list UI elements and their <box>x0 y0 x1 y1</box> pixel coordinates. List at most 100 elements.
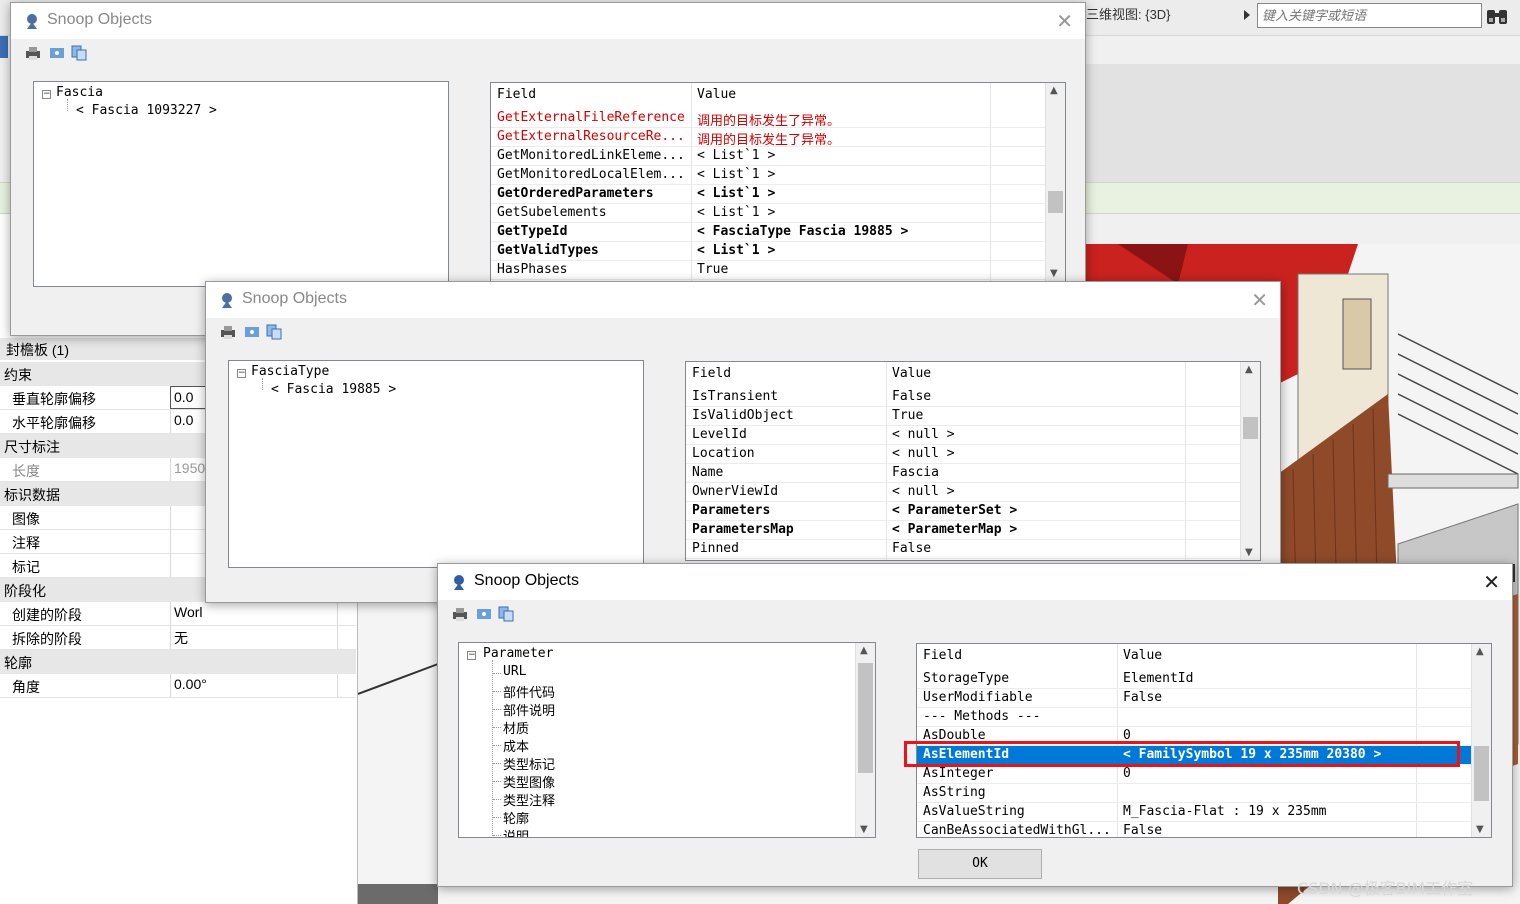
grid-row[interactable]: IsValidObject True <box>686 407 1240 426</box>
grid-row[interactable]: GetMonitoredLocalElem... < List`1 > <box>491 166 1045 185</box>
value-cell: False <box>1123 823 1163 838</box>
ok-button[interactable]: OK <box>918 849 1042 879</box>
grid-row[interactable]: AsValueString M_Fascia-Flat : 19 x 235mm <box>917 803 1471 822</box>
value-cell: False <box>892 541 932 556</box>
close-icon[interactable]: ✕ <box>1251 288 1268 312</box>
copy-icon[interactable] <box>266 324 282 340</box>
grid-row[interactable]: GetExternalResourceRe... 调用的目标发生了异常。 <box>491 128 1045 148</box>
tree-child-node[interactable]: 类型注释 <box>503 790 555 809</box>
copy-icon[interactable] <box>71 45 87 61</box>
object-tree[interactable]: − Parameter URL 部件代码 部件说明 材质 成本 类型标记 类型图像 类型注释轮… <box>458 642 876 838</box>
field-column-header[interactable]: Field <box>923 648 962 663</box>
grid-row[interactable]: GetMonitoredLinkEleme... < List`1 > <box>491 147 1045 166</box>
property-label: 垂直轮廓偏移 <box>12 391 96 407</box>
view-title: 三维视图: {3D} <box>1086 7 1171 22</box>
property-value[interactable]: 无 <box>170 626 338 649</box>
grid-row[interactable]: GetExternalFileReference 调用的目标发生了异常。 <box>491 109 1045 129</box>
tree-root-node[interactable]: FasciaType <box>251 364 329 379</box>
field-cell: AsElementId <box>923 747 1010 762</box>
object-tree[interactable]: − Fascia < Fascia 1093227 > <box>33 81 449 287</box>
dialog-titlebar: Snoop Objects ✕ <box>206 282 1280 318</box>
grid-row[interactable]: Parameters < ParameterSet > <box>686 502 1240 521</box>
preview-icon[interactable] <box>244 324 260 340</box>
grid-row[interactable]: GetOrderedParameters < List`1 > <box>491 185 1045 204</box>
tree-root-node[interactable]: Parameter <box>483 646 553 661</box>
preview-icon[interactable] <box>476 606 492 622</box>
field-cell: HasPhases <box>497 262 568 277</box>
grid-row[interactable]: AsInteger 0 <box>917 765 1471 784</box>
preview-icon[interactable] <box>49 45 65 61</box>
grid-row[interactable]: GetSubelements < List`1 > <box>491 204 1045 223</box>
object-tree[interactable]: − FasciaType < Fascia 19885 > <box>228 360 644 568</box>
dialog-title: Snoop Objects <box>474 572 579 589</box>
property-label: 标记 <box>12 559 40 575</box>
grid-scrollbar[interactable]: ▲ ▼ <box>1240 362 1260 560</box>
close-icon[interactable]: ✕ <box>1056 9 1073 33</box>
binoculars-icon[interactable] <box>1486 6 1508 26</box>
copy-icon[interactable] <box>498 606 514 622</box>
field-column-header[interactable]: Field <box>692 366 731 381</box>
field-cell: GetExternalResourceRe... <box>497 129 685 144</box>
tree-child-node[interactable]: 成本 <box>503 736 529 755</box>
grid-row[interactable]: Location < null > <box>686 445 1240 464</box>
tree-child-node[interactable]: < Fascia 19885 > <box>271 382 396 397</box>
property-value[interactable]: 0.00° <box>170 674 338 697</box>
tree-child-node[interactable]: 说明 <box>503 826 529 837</box>
grid-row[interactable]: AsDouble 0 <box>917 727 1471 746</box>
value-column-header[interactable]: Value <box>1123 648 1162 663</box>
grid-scrollbar[interactable]: ▲ ▼ <box>1045 83 1065 281</box>
property-row: 拆除的阶段 无 <box>0 626 356 650</box>
value-column-header[interactable]: Value <box>892 366 931 381</box>
tree-scrollbar[interactable]: ▲ ▼ <box>855 643 875 837</box>
property-value[interactable]: Worl <box>170 602 338 625</box>
grid-row[interactable]: StorageType ElementId <box>917 670 1471 689</box>
print-icon[interactable] <box>220 324 236 340</box>
grid-scrollbar[interactable]: ▲ ▼ <box>1471 644 1491 837</box>
search-input[interactable] <box>1257 3 1482 28</box>
grid-row[interactable]: GetValidTypes < List`1 > <box>491 242 1045 261</box>
print-icon[interactable] <box>25 45 41 61</box>
triangle-right-icon[interactable] <box>1244 10 1250 20</box>
tree-child-node[interactable]: < Fascia 1093227 > <box>76 103 217 118</box>
grid-row[interactable]: LevelId < null > <box>686 426 1240 445</box>
close-icon[interactable]: ✕ <box>1483 570 1500 594</box>
tree-child-node[interactable]: URL <box>503 664 526 679</box>
tree-child-node[interactable]: 部件说明 <box>503 700 555 719</box>
grid-row[interactable]: HasPhases True <box>491 261 1045 280</box>
collapse-icon[interactable]: − <box>467 651 476 660</box>
field-column-header[interactable]: Field <box>497 87 536 102</box>
grid-row[interactable]: AsElementId < FamilySymbol 19 x 235mm 203… <box>917 746 1471 765</box>
tree-child-node[interactable]: 类型图像 <box>503 772 555 791</box>
tree-child-node[interactable]: 轮廓 <box>503 808 529 827</box>
collapse-icon[interactable]: − <box>42 90 51 99</box>
grid-row[interactable]: IsTransient False <box>686 388 1240 407</box>
field-cell: GetMonitoredLinkEleme... <box>497 148 685 163</box>
tree-root-node[interactable]: Fascia <box>56 85 103 100</box>
field-cell: ParametersMap <box>692 522 794 537</box>
value-cell: True <box>892 408 924 423</box>
grid-header: Field Value <box>491 86 1045 105</box>
grid-row[interactable]: GetTypeId < FasciaType Fascia 19885 > <box>491 223 1045 242</box>
tree-child-node[interactable]: 部件代码 <box>503 682 555 701</box>
grid-row[interactable]: --- Methods --- <box>917 708 1471 727</box>
grid-row[interactable]: AsString <box>917 784 1471 803</box>
value-cell: True <box>697 262 729 277</box>
grid-row[interactable]: OwnerViewId < null > <box>686 483 1240 502</box>
collapse-icon[interactable]: − <box>237 369 246 378</box>
value-cell: < List`1 > <box>697 186 776 201</box>
grid-row[interactable]: CanBeAssociatedWithGl... False <box>917 822 1471 838</box>
value-cell: < ParameterMap > <box>892 522 1018 537</box>
property-label: 创建的阶段 <box>12 607 82 623</box>
tree-child-node[interactable]: 类型标记 <box>503 754 555 773</box>
print-icon[interactable] <box>452 606 468 622</box>
property-group-header[interactable]: 轮廓 <box>0 650 356 674</box>
grid-row[interactable]: ParametersMap < ParameterMap > <box>686 521 1240 540</box>
grid-row[interactable]: Name Fascia <box>686 464 1240 483</box>
field-cell: Location <box>692 446 755 461</box>
value-cell: < List`1 > <box>697 148 776 163</box>
tree-child-node[interactable]: 材质 <box>503 718 529 737</box>
field-cell: UserModifiable <box>923 690 1033 705</box>
grid-row[interactable]: UserModifiable False <box>917 689 1471 708</box>
grid-row[interactable]: Pinned False <box>686 540 1240 559</box>
value-column-header[interactable]: Value <box>697 87 736 102</box>
